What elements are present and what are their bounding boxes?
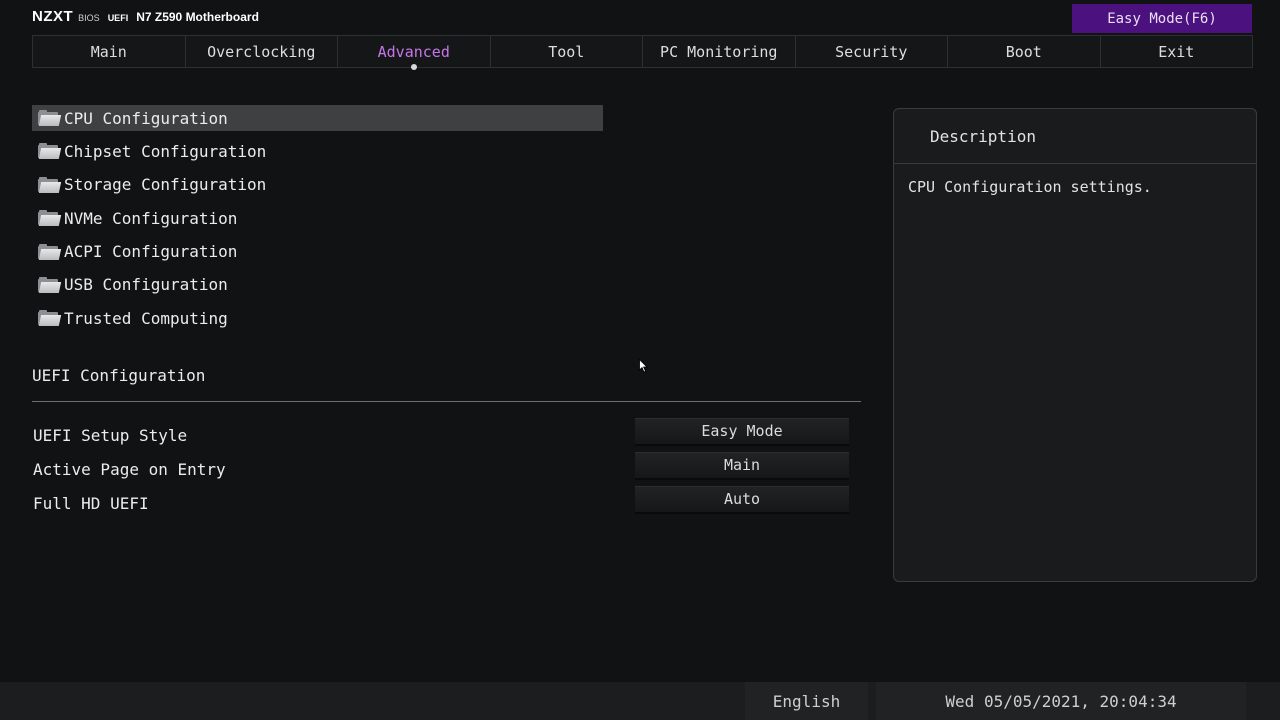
menu-item-trusted-computing[interactable]: Trusted Computing xyxy=(32,305,603,331)
setting-label: Active Page on Entry xyxy=(33,459,226,479)
setting-row-full-hd-uefi: Full HD UEFI Auto xyxy=(32,486,862,520)
description-text: CPU Configuration settings. xyxy=(908,178,1152,196)
menu-item-label: Trusted Computing xyxy=(64,308,228,328)
tab-label: Overclocking xyxy=(207,42,316,61)
tab-pc-monitoring[interactable]: PC Monitoring xyxy=(643,36,796,67)
menu-item-label: NVMe Configuration xyxy=(64,208,238,228)
tab-label: Exit xyxy=(1158,42,1195,61)
tab-boot[interactable]: Boot xyxy=(948,36,1101,67)
tab-label: Main xyxy=(90,42,127,61)
uefi-setup-style-select[interactable]: Easy Mode xyxy=(635,418,849,446)
motherboard-model: N7 Z590 Motherboard xyxy=(136,10,259,24)
folder-icon xyxy=(38,143,62,160)
brand-logo: NZXT BIOS UEFI N7 Z590 Motherboard xyxy=(32,8,259,25)
brand-name: NZXT xyxy=(32,8,74,25)
folder-icon xyxy=(38,310,62,327)
advanced-menu-list: CPU Configuration Chipset Configuration … xyxy=(32,105,603,339)
full-hd-uefi-select[interactable]: Auto xyxy=(635,486,849,514)
tab-tool[interactable]: Tool xyxy=(491,36,643,67)
menu-item-nvme-configuration[interactable]: NVMe Configuration xyxy=(32,205,603,231)
menu-item-chipset-configuration[interactable]: Chipset Configuration xyxy=(32,138,603,164)
folder-icon xyxy=(38,243,62,260)
tab-label: Security xyxy=(835,42,908,61)
folder-icon xyxy=(38,276,62,293)
tab-label: Boot xyxy=(1005,42,1042,61)
folder-icon xyxy=(38,110,62,126)
setting-row-active-page-on-entry: Active Page on Entry Main xyxy=(32,452,862,486)
uefi-label: UEFI xyxy=(107,13,129,23)
uefi-settings: UEFI Setup Style Easy Mode Active Page o… xyxy=(32,418,862,520)
tab-security[interactable]: Security xyxy=(796,36,948,67)
description-title: Description xyxy=(894,109,1256,164)
status-bar: English Wed 05/05/2021, 20:04:34 xyxy=(0,682,1280,720)
section-divider xyxy=(32,401,861,402)
bios-label: BIOS xyxy=(78,13,100,23)
tab-label: PC Monitoring xyxy=(660,42,778,61)
description-panel: Description CPU Configuration settings. xyxy=(893,108,1257,582)
setting-label: UEFI Setup Style xyxy=(33,425,188,445)
tab-label: Tool xyxy=(548,42,585,61)
menu-item-label: Storage Configuration xyxy=(64,175,267,195)
date-time-display[interactable]: Wed 05/05/2021, 20:04:34 xyxy=(876,682,1246,720)
tab-exit[interactable]: Exit xyxy=(1101,36,1253,67)
tab-main[interactable]: Main xyxy=(33,36,186,67)
section-title-uefi-configuration: UEFI Configuration xyxy=(32,366,206,385)
menu-item-label: CPU Configuration xyxy=(64,108,228,128)
tab-advanced[interactable]: Advanced xyxy=(338,36,491,70)
tab-overclocking[interactable]: Overclocking xyxy=(186,36,338,67)
folder-icon xyxy=(38,176,62,193)
menu-item-usb-configuration[interactable]: USB Configuration xyxy=(32,272,603,298)
easy-mode-button[interactable]: Easy Mode(F6) xyxy=(1072,4,1252,33)
language-selector[interactable]: English xyxy=(745,682,868,720)
folder-icon xyxy=(38,210,62,227)
active-page-on-entry-select[interactable]: Main xyxy=(635,452,849,480)
mouse-pointer-icon xyxy=(639,359,648,373)
active-tab-indicator xyxy=(410,64,417,70)
menu-item-acpi-configuration[interactable]: ACPI Configuration xyxy=(32,239,603,265)
menu-item-label: USB Configuration xyxy=(64,275,228,295)
menu-item-label: ACPI Configuration xyxy=(64,242,238,262)
setting-label: Full HD UEFI xyxy=(33,493,149,513)
tab-label: Advanced xyxy=(377,42,450,61)
setting-row-uefi-setup-style: UEFI Setup Style Easy Mode xyxy=(32,418,862,452)
menu-item-cpu-configuration[interactable]: CPU Configuration xyxy=(32,105,603,131)
main-tabs: Main Overclocking Advanced Tool PC Monit… xyxy=(32,35,1253,70)
menu-item-storage-configuration[interactable]: Storage Configuration xyxy=(32,172,603,198)
menu-item-label: Chipset Configuration xyxy=(64,141,267,161)
